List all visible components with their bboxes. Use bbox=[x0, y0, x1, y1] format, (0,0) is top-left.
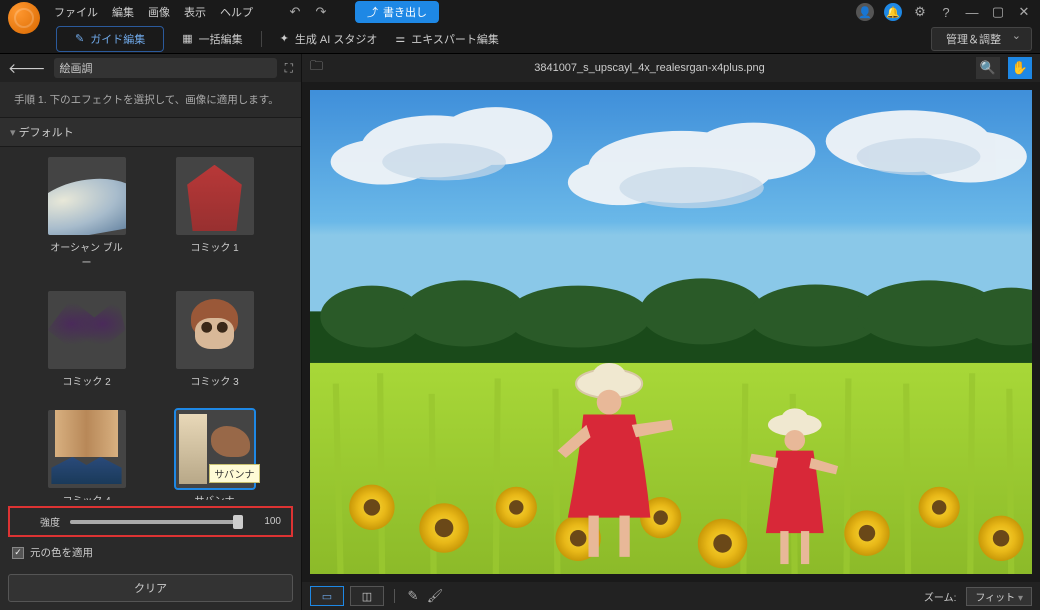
menu-edit[interactable]: 編集 bbox=[112, 4, 134, 20]
bottom-bar: ▭ ◫ ✎ 🖌 ズーム: フィット bbox=[302, 582, 1040, 610]
zoom-select[interactable]: フィット bbox=[966, 587, 1032, 606]
wand-icon: ✎ bbox=[75, 32, 84, 45]
divider bbox=[394, 589, 395, 603]
sidebar-title: 絵画調 bbox=[54, 58, 277, 78]
export-button[interactable]: ⤴ 書き出し bbox=[355, 1, 439, 23]
thumb-image bbox=[176, 291, 254, 369]
effect-thumb-コミック 4[interactable]: コミック 4 bbox=[48, 410, 126, 500]
menu-file[interactable]: ファイル bbox=[54, 4, 98, 20]
view-single-button[interactable]: ▭ bbox=[310, 586, 344, 606]
topnav: ✎ ガイド編集 ▦ 一括編集 ✦ 生成 AI スタジオ ⚌ エキスパート編集 管… bbox=[0, 24, 1040, 54]
close-icon[interactable]: ✕ bbox=[1016, 4, 1032, 20]
thumb-image bbox=[48, 410, 126, 488]
brush-icon[interactable]: 🖌 bbox=[427, 588, 443, 604]
apply-original-color-checkbox[interactable]: ✓ 元の色を適用 bbox=[12, 545, 289, 560]
strength-value: 100 bbox=[253, 516, 281, 527]
thumb-image bbox=[48, 157, 126, 235]
eyedropper-icon[interactable]: ✎ bbox=[405, 588, 421, 604]
user-icon[interactable]: 👤 bbox=[856, 3, 874, 21]
tooltip: サバンナ bbox=[209, 464, 259, 483]
notification-icon[interactable]: 🔔 bbox=[884, 3, 902, 21]
help-icon[interactable]: ? bbox=[938, 4, 954, 20]
canvas[interactable] bbox=[310, 90, 1032, 574]
thumb-image bbox=[176, 157, 254, 235]
thumb-image bbox=[48, 291, 126, 369]
undo-icon[interactable]: ↶ bbox=[287, 4, 303, 20]
filename: 3841007_s_upscayl_4x_realesrgan-x4plus.p… bbox=[331, 62, 968, 74]
effect-thumb-コミック 2[interactable]: コミック 2 bbox=[48, 291, 126, 388]
redo-icon[interactable]: ↷ bbox=[313, 4, 329, 20]
maximize-icon[interactable]: ▢ bbox=[990, 4, 1006, 20]
view-split-button[interactable]: ◫ bbox=[350, 586, 384, 606]
canvas-area: 🗀 3841007_s_upscayl_4x_realesrgan-x4plus… bbox=[302, 54, 1040, 610]
thumb-label: コミック 1 bbox=[176, 239, 254, 254]
upload-icon: ⤴ bbox=[367, 4, 378, 20]
titlebar: ファイル 編集 画像 表示 ヘルプ ↶ ↷ ⤴ 書き出し 👤 🔔 ⚙ ? — ▢… bbox=[0, 0, 1040, 24]
strength-controls: 強度 100 bbox=[8, 506, 293, 537]
back-icon[interactable]: 🡐 bbox=[8, 60, 46, 77]
clear-button[interactable]: クリア bbox=[8, 574, 293, 602]
manage-adjust-button[interactable]: 管理＆調整 bbox=[931, 27, 1032, 51]
effect-thumb-オーシャン ブルー[interactable]: オーシャン ブルー bbox=[48, 157, 126, 269]
thumb-label: オーシャン ブルー bbox=[48, 239, 126, 269]
thumb-label: コミック 4 bbox=[48, 492, 126, 500]
sliders-icon: ⚌ bbox=[395, 32, 405, 45]
tab-batch-edit[interactable]: ▦ 一括編集 bbox=[182, 31, 242, 47]
preview-image bbox=[310, 90, 1032, 574]
folder-icon[interactable]: 🗀 bbox=[310, 57, 323, 79]
menu-help[interactable]: ヘルプ bbox=[220, 4, 253, 20]
sidebar: 🡐 絵画調 ⛶ 手順 1. 下のエフェクトを選択して、画像に適用します。 デフォ… bbox=[0, 54, 302, 610]
sparkle-icon: ✦ bbox=[280, 32, 289, 45]
expand-icon[interactable]: ⛶ bbox=[285, 61, 293, 76]
divider bbox=[261, 31, 262, 47]
menu-view[interactable]: 表示 bbox=[184, 4, 206, 20]
thumb-label: コミック 3 bbox=[176, 373, 254, 388]
zoom-tool-icon[interactable]: 🔍 bbox=[976, 57, 1000, 79]
menu-image[interactable]: 画像 bbox=[148, 4, 170, 20]
app-logo bbox=[8, 2, 40, 34]
thumb-label: コミック 2 bbox=[48, 373, 126, 388]
section-default[interactable]: デフォルト bbox=[0, 117, 301, 147]
tab-guide-edit[interactable]: ✎ ガイド編集 bbox=[56, 26, 164, 52]
zoom-label: ズーム: bbox=[924, 589, 956, 604]
tab-ai-studio[interactable]: ✦ 生成 AI スタジオ bbox=[280, 31, 378, 47]
step-instruction: 手順 1. 下のエフェクトを選択して、画像に適用します。 bbox=[0, 82, 301, 117]
settings-icon[interactable]: ⚙ bbox=[912, 4, 928, 20]
strength-slider[interactable] bbox=[70, 520, 243, 524]
pan-tool-icon[interactable]: ✋ bbox=[1008, 57, 1032, 79]
effect-thumb-コミック 3[interactable]: コミック 3 bbox=[176, 291, 254, 388]
effect-thumb-コミック 1[interactable]: コミック 1 bbox=[176, 157, 254, 269]
thumb-label: サバンナ bbox=[176, 492, 254, 500]
tab-expert-edit[interactable]: ⚌ エキスパート編集 bbox=[395, 31, 499, 47]
grid-icon: ▦ bbox=[182, 32, 192, 45]
effect-thumb-サバンナ[interactable]: サバンナサバンナ bbox=[176, 410, 254, 500]
checkbox-icon: ✓ bbox=[12, 547, 24, 559]
strength-label: 強度 bbox=[20, 514, 60, 529]
minimize-icon[interactable]: — bbox=[964, 4, 980, 20]
